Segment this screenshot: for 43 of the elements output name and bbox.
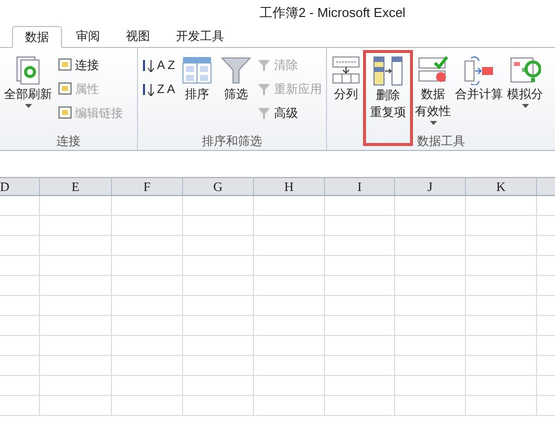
ribbon-tab[interactable]: 开发工具 <box>164 25 236 47</box>
remove-duplicates-icon <box>372 55 404 87</box>
column-header[interactable]: E <box>40 178 112 195</box>
funnel-icon <box>221 55 252 85</box>
ribbon-button[interactable]: 删除 重复项 <box>363 50 413 146</box>
sort-table-icon <box>181 55 214 85</box>
window-title: 工作簿2 - Microsoft Excel <box>260 4 406 22</box>
consolidate-icon <box>463 55 495 85</box>
ribbon-small-button[interactable]: Z A <box>140 78 176 99</box>
ribbon-tab[interactable]: 审阅 <box>64 25 112 47</box>
refresh-document-icon <box>15 55 41 85</box>
ribbon-small-button[interactable]: 高级 <box>257 102 322 123</box>
connection-icon <box>58 58 72 72</box>
ribbon-button[interactable]: 全部刷新 <box>2 52 54 111</box>
column-header[interactable]: D <box>0 178 40 195</box>
ribbon-tab[interactable]: 数据 <box>12 26 62 48</box>
ribbon-button[interactable]: 分列 <box>329 52 363 105</box>
ribbon-button[interactable]: 数据 有效性 <box>413 52 453 128</box>
column-header[interactable]: F <box>112 178 183 195</box>
ribbon-small-button[interactable]: 连接 <box>58 54 123 75</box>
group-label: 数据工具 <box>417 132 465 150</box>
filter-icon <box>257 58 272 72</box>
column-header[interactable]: G <box>183 178 254 195</box>
group-label: 排序和筛选 <box>202 132 262 150</box>
ribbon-button[interactable]: 模拟分 <box>505 52 545 111</box>
connection-icon <box>58 82 72 96</box>
ribbon-small-button[interactable]: A Z <box>140 54 176 75</box>
ribbon-tab[interactable]: 视图 <box>114 25 162 47</box>
sort-arrow-icon <box>140 58 154 72</box>
validation-icon <box>417 55 449 85</box>
filter-icon <box>257 82 272 96</box>
ribbon-button[interactable]: 合并计算 <box>453 52 505 105</box>
ribbon-button[interactable]: 筛选 <box>219 52 254 105</box>
split-columns-icon <box>331 55 361 85</box>
what-if-icon <box>509 55 541 85</box>
filter-icon <box>257 106 272 120</box>
column-header[interactable]: H <box>254 178 325 195</box>
sort-arrow-icon <box>140 82 154 96</box>
connection-icon <box>58 106 72 120</box>
column-header[interactable]: J <box>395 178 466 195</box>
group-label: 连接 <box>56 132 80 150</box>
ribbon-button[interactable]: 排序 <box>179 52 216 105</box>
column-header[interactable]: I <box>325 178 395 195</box>
